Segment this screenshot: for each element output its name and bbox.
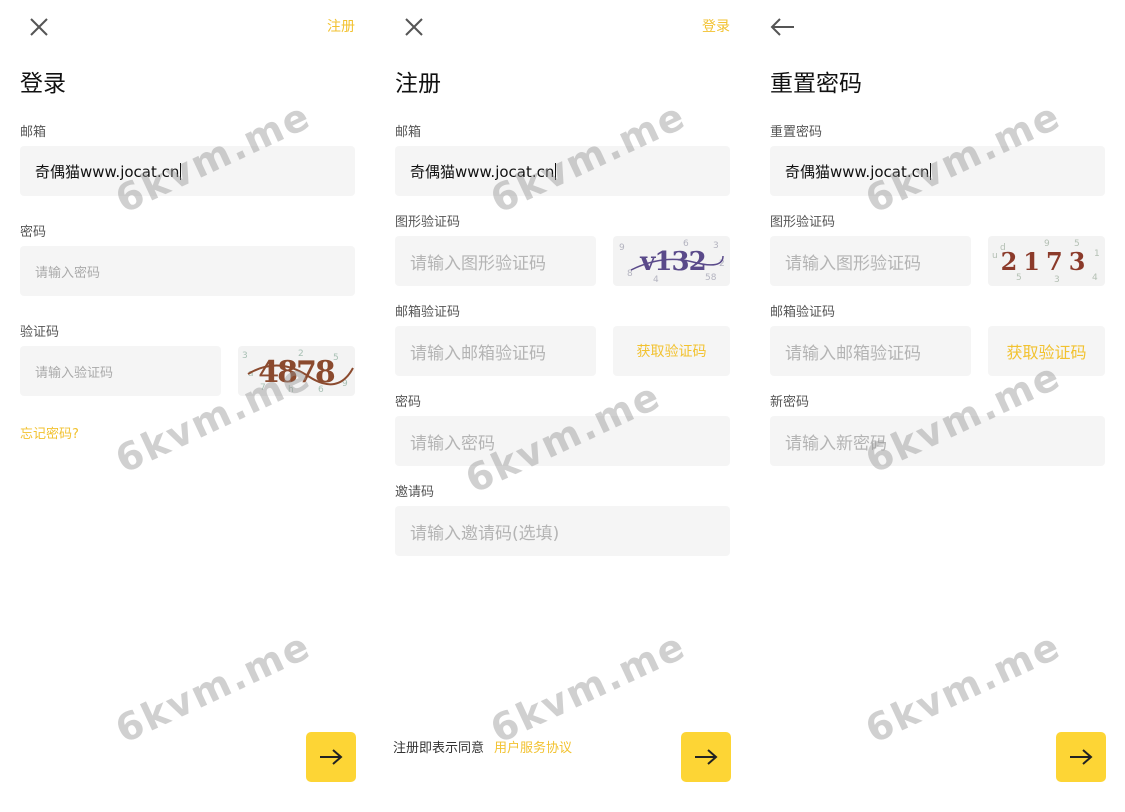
invite-placeholder: 请输入邀请码(选填) [410, 523, 560, 544]
svg-text:9: 9 [619, 243, 625, 253]
email-code-input[interactable]: 请输入邮箱验证码 [395, 326, 596, 376]
email-value: 奇偶猫www.jocat.cn [785, 162, 930, 181]
svg-text:3: 3 [1054, 275, 1060, 285]
captcha-graphic: ud 9 5 145 3 2173 [992, 239, 1100, 285]
agreement-notice: 注册即表示同意 用户服务协议 [393, 737, 572, 756]
captcha-image[interactable]: ud95 1453 2173 [988, 236, 1105, 286]
captcha-code: 2173 [1001, 247, 1092, 276]
page-title: 注册 [395, 71, 441, 97]
captcha-graphic: 372 5 96ah 4878 [242, 349, 354, 395]
new-password-label: 新密码 [770, 395, 810, 410]
password-field[interactable]: 请输入密码 [395, 416, 730, 466]
agreement-link[interactable]: 用户服务协议 [494, 741, 572, 756]
next-button[interactable] [306, 732, 356, 782]
text-caret [930, 162, 932, 180]
password-placeholder: 请输入密码 [410, 433, 495, 454]
image-code-placeholder: 请输入图形验证码 [785, 253, 921, 274]
email-code-placeholder: 请输入邮箱验证码 [785, 343, 921, 364]
email-label: 重置密码 [770, 125, 823, 140]
email-code-placeholder: 请输入邮箱验证码 [410, 343, 546, 364]
captcha-image[interactable]: 9 8 3 58 462 v132 [613, 236, 730, 286]
email-field[interactable]: 奇偶猫www.jocat.cn [395, 146, 730, 196]
next-button[interactable] [681, 732, 731, 782]
email-value: 奇偶猫www.jocat.cn [35, 162, 180, 181]
captcha-input[interactable]: 请输入验证码 [20, 346, 221, 396]
invite-label: 邀请码 [395, 485, 435, 500]
close-icon[interactable] [403, 16, 425, 38]
svg-text:u: u [992, 251, 998, 261]
svg-text:58: 58 [705, 273, 717, 283]
arrow-right-icon [1070, 749, 1093, 765]
register-panel: 登录 注册 邮箱 奇偶猫www.jocat.cn 图形验证码 请输入图形验证码 … [393, 0, 731, 812]
next-button[interactable] [1056, 732, 1106, 782]
register-link[interactable]: 注册 [327, 16, 355, 36]
svg-text:5: 5 [333, 353, 339, 363]
svg-text:3: 3 [713, 241, 719, 251]
image-code-label: 图形验证码 [395, 215, 461, 230]
login-link[interactable]: 登录 [702, 16, 730, 36]
arrow-right-icon [695, 749, 718, 765]
email-label: 邮箱 [395, 125, 422, 140]
password-field[interactable]: 请输入密码 [20, 246, 355, 296]
close-icon[interactable] [28, 16, 50, 38]
reset-password-panel: 重置密码 重置密码 奇偶猫www.jocat.cn 图形验证码 请输入图形验证码… [770, 0, 1106, 812]
get-code-button[interactable]: 获取验证码 [613, 326, 730, 376]
svg-text:4: 4 [1092, 273, 1098, 283]
email-field[interactable]: 奇偶猫www.jocat.cn [20, 146, 355, 196]
invite-field[interactable]: 请输入邀请码(选填) [395, 506, 730, 556]
page-title: 重置密码 [770, 71, 862, 97]
arrow-right-icon [320, 749, 343, 765]
new-password-field[interactable]: 请输入新密码 [770, 416, 1105, 466]
captcha-label: 验证码 [20, 325, 60, 340]
email-value: 奇偶猫www.jocat.cn [410, 162, 555, 181]
captcha-image[interactable]: 3725 96ah 4878 [238, 346, 355, 396]
captcha-code: 4878 [258, 355, 335, 390]
email-field[interactable]: 奇偶猫www.jocat.cn [770, 146, 1105, 196]
arrow-left-icon[interactable] [770, 16, 796, 38]
image-code-placeholder: 请输入图形验证码 [410, 253, 546, 274]
text-caret [555, 162, 557, 180]
password-placeholder: 请输入密码 [35, 265, 101, 281]
svg-text:3: 3 [242, 351, 248, 361]
get-code-button[interactable]: 获取验证码 [988, 326, 1105, 376]
image-code-label: 图形验证码 [770, 215, 836, 230]
image-code-input[interactable]: 请输入图形验证码 [770, 236, 971, 286]
svg-text:8: 8 [627, 269, 633, 279]
email-code-label: 邮箱验证码 [770, 305, 836, 320]
new-password-placeholder: 请输入新密码 [785, 433, 887, 454]
login-panel: 注册 登录 邮箱 奇偶猫www.jocat.cn 密码 请输入密码 验证码 请输… [20, 0, 356, 812]
image-code-input[interactable]: 请输入图形验证码 [395, 236, 596, 286]
agree-text: 注册即表示同意 [393, 741, 485, 756]
page-title: 登录 [20, 71, 66, 97]
captcha-graphic: 98358 462 v132 [619, 239, 725, 285]
forgot-password-link[interactable]: 忘记密码? [20, 423, 79, 442]
password-label: 密码 [20, 225, 47, 240]
email-code-input[interactable]: 请输入邮箱验证码 [770, 326, 971, 376]
text-caret [180, 162, 182, 180]
svg-text:1: 1 [1094, 249, 1100, 259]
email-code-label: 邮箱验证码 [395, 305, 461, 320]
captcha-placeholder: 请输入验证码 [35, 365, 114, 381]
password-label: 密码 [395, 395, 422, 410]
email-label: 邮箱 [20, 125, 47, 140]
